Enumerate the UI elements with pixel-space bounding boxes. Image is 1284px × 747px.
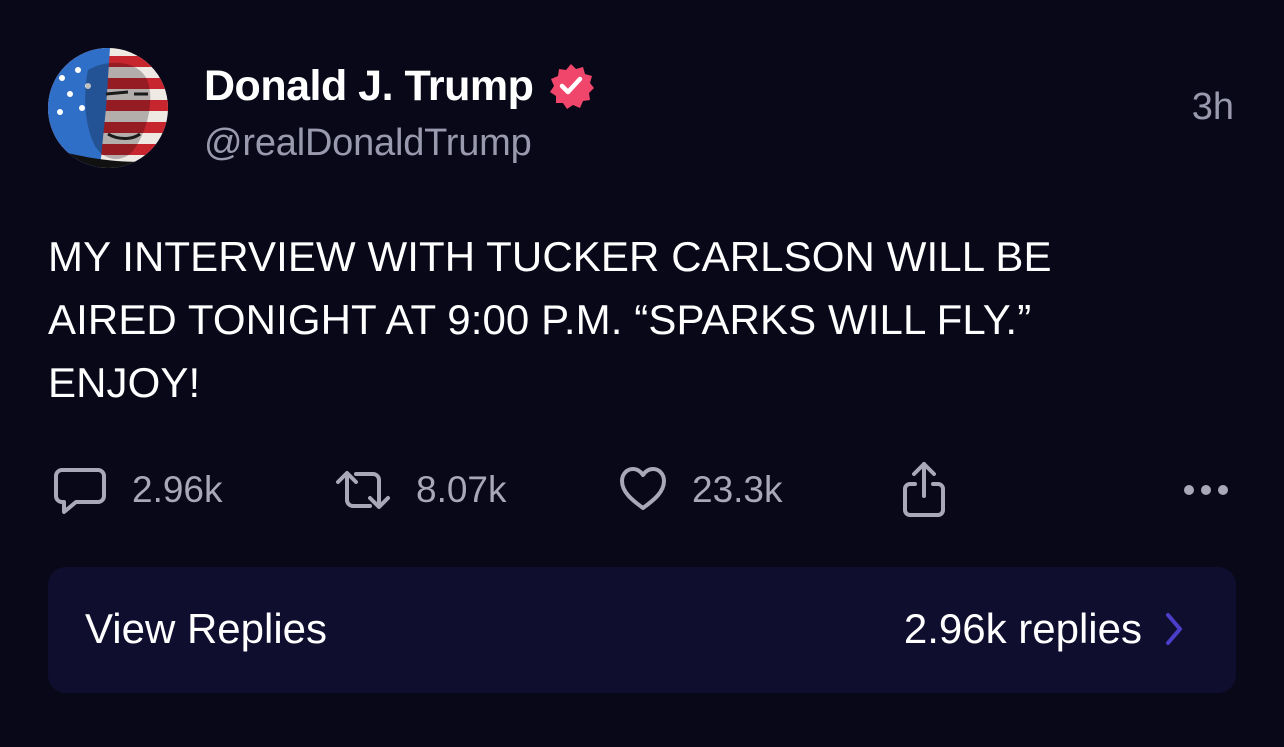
repost-button[interactable]: 8.07k <box>334 460 507 520</box>
view-replies-label: View Replies <box>85 605 328 652</box>
reply-button[interactable]: 2.96k <box>52 460 223 520</box>
reply-count: 2.96k <box>132 469 223 510</box>
more-dots-icon <box>1183 484 1229 496</box>
chevron-right-icon <box>1164 611 1184 647</box>
post-timestamp: 3h <box>1191 86 1234 128</box>
share-button[interactable] <box>900 460 948 520</box>
author-handle[interactable]: @realDonaldTrump <box>204 122 532 165</box>
repost-count: 8.07k <box>416 469 507 510</box>
verified-badge-icon <box>550 64 595 109</box>
replies-count-text: 2.96k replies <box>903 605 1142 652</box>
flag-portrait-avatar-icon <box>48 48 168 168</box>
author-name-row: Donald J. Trump <box>204 58 595 114</box>
post-container: Donald J. Trump @realDonaldTrump 3h MY I… <box>0 0 1284 747</box>
post-body-text: MY INTERVIEW WITH TUCKER CARLSON WILL BE… <box>48 233 1052 406</box>
author-display-name[interactable]: Donald J. Trump <box>204 62 534 111</box>
more-options-button[interactable] <box>1183 460 1229 520</box>
comment-icon <box>52 462 108 518</box>
share-icon <box>900 460 948 520</box>
like-button[interactable]: 23.3k <box>618 460 783 520</box>
avatar[interactable] <box>48 48 168 168</box>
post-actions-bar: 2.96k 8.07k 23.3k <box>0 460 1284 520</box>
replies-summary: 2.96k replies <box>904 605 1184 653</box>
view-replies-card[interactable]: View Replies 2.96k replies <box>48 567 1236 693</box>
repost-icon <box>334 462 392 518</box>
heart-icon <box>618 462 668 518</box>
like-count: 23.3k <box>692 469 783 510</box>
